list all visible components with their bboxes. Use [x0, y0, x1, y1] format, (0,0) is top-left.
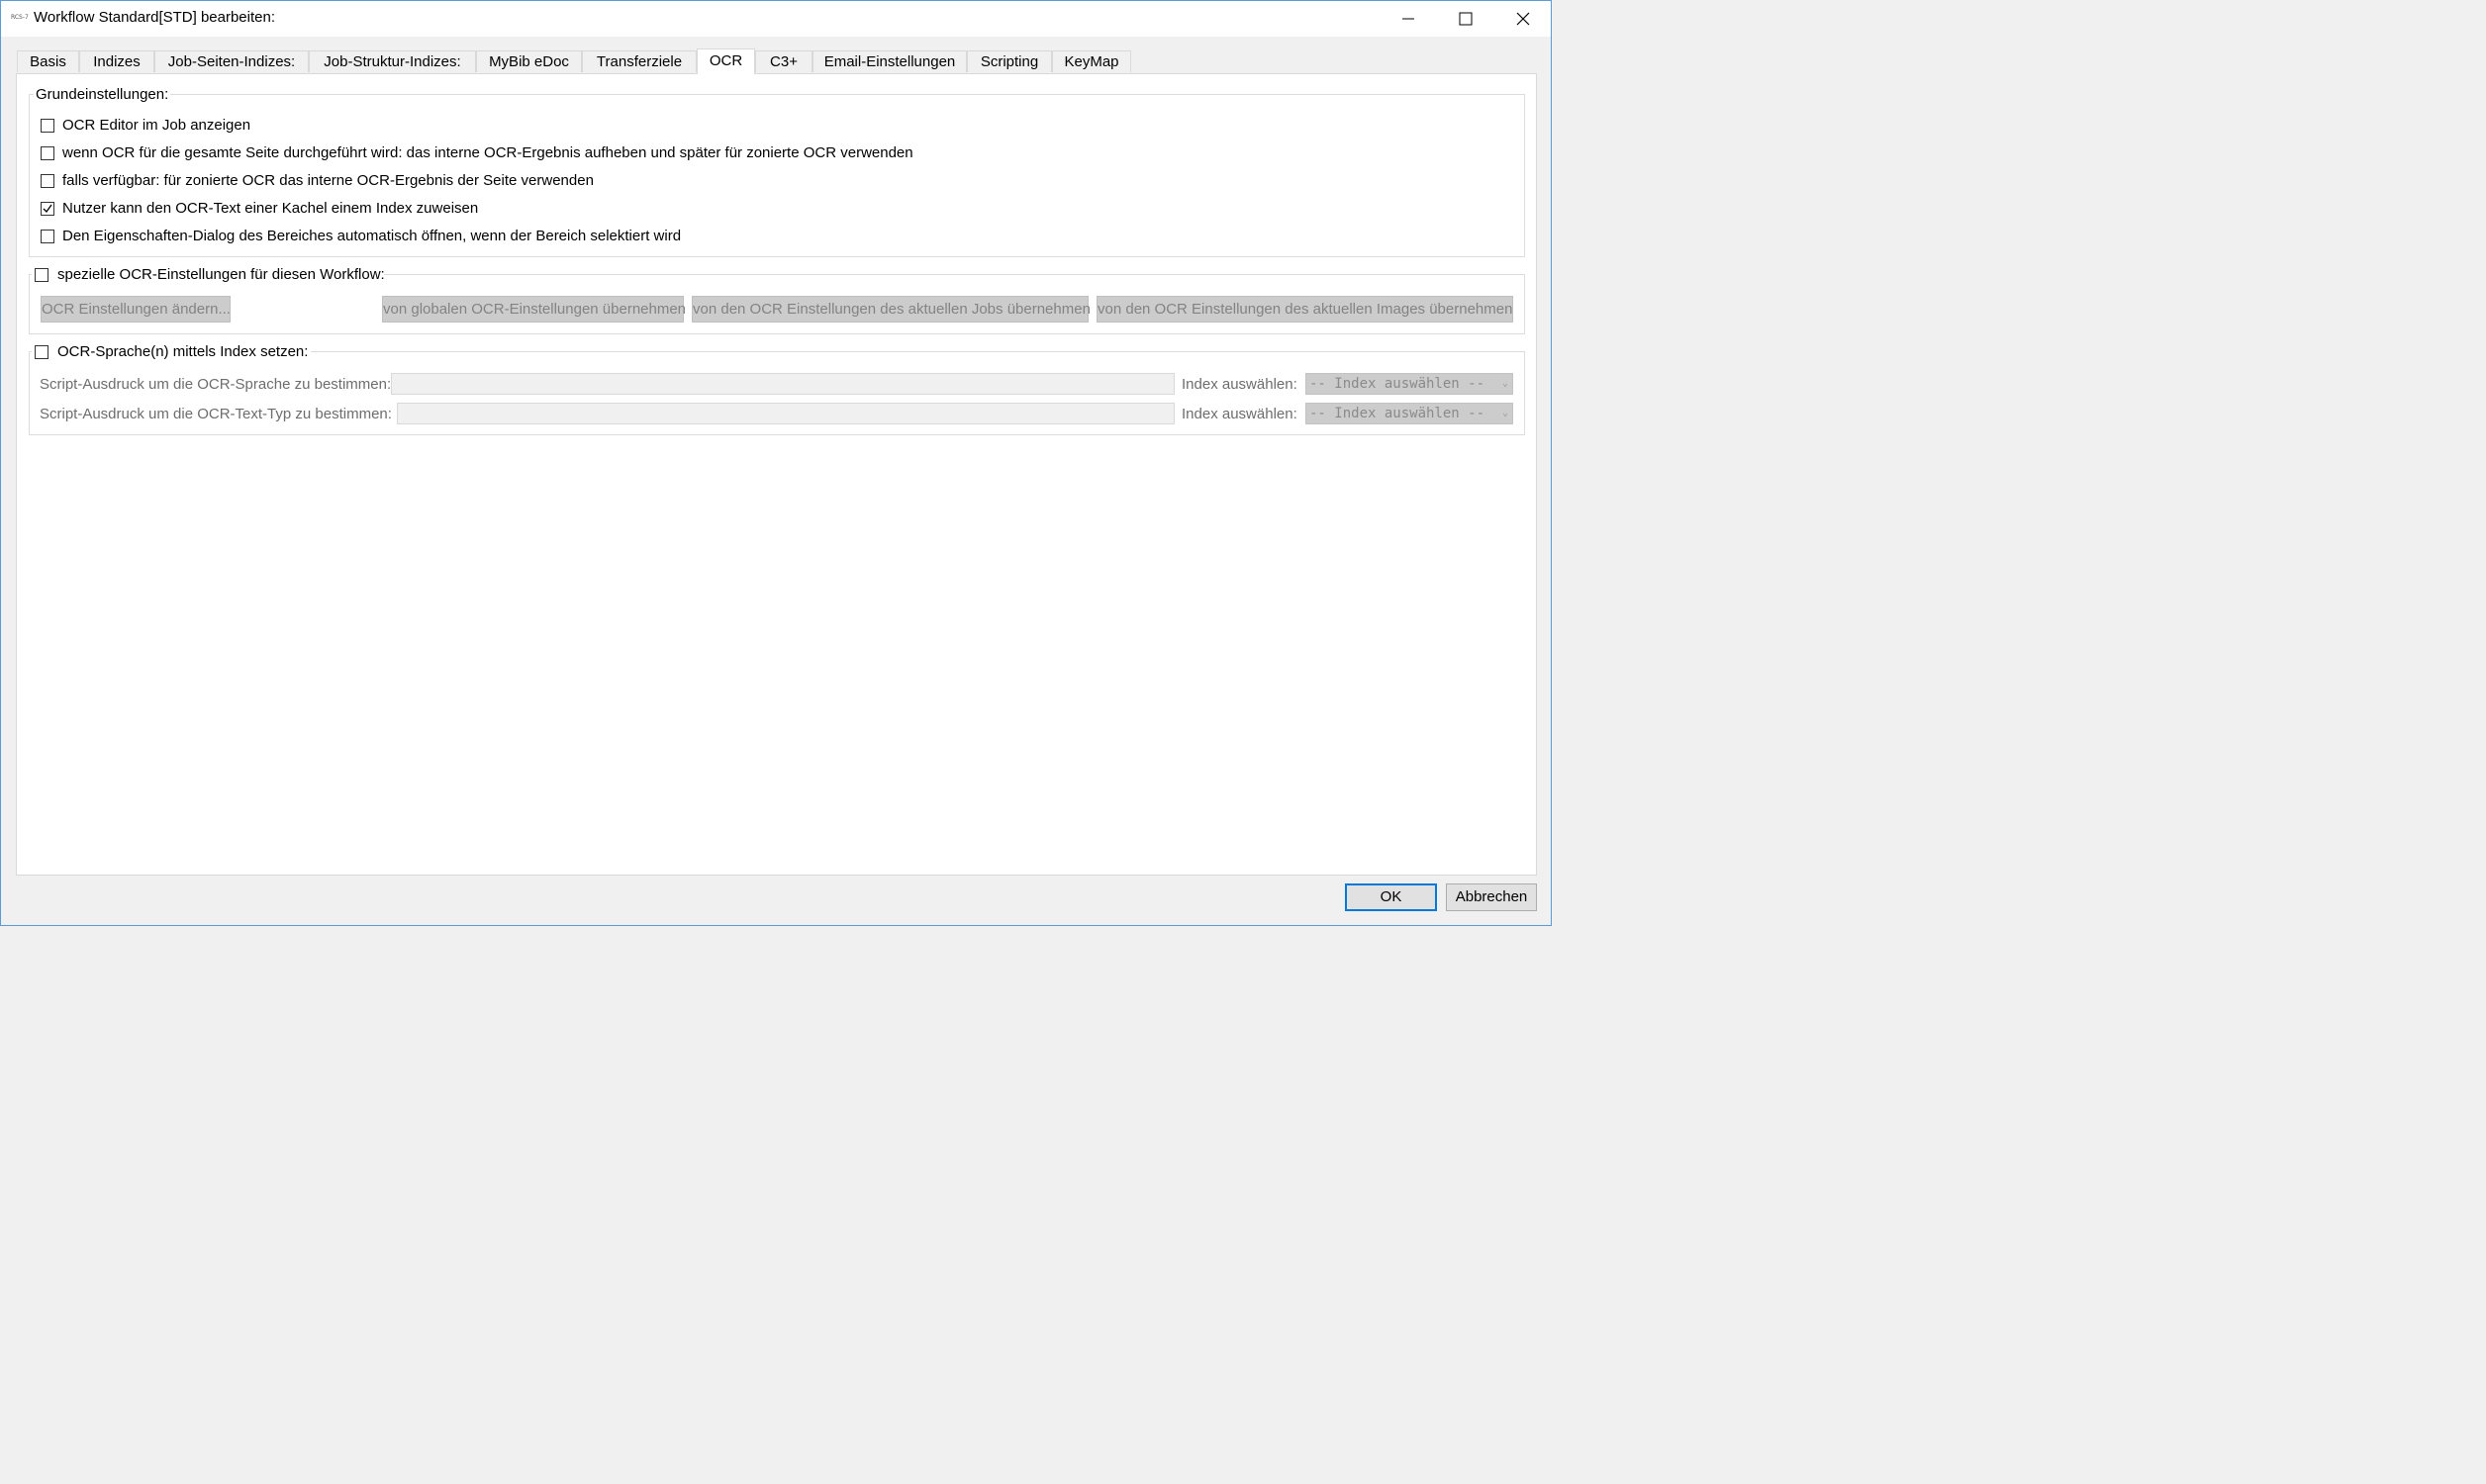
script-ocr-sprache-input[interactable]: [391, 373, 1175, 395]
checkbox-zonierte-ocr-label: falls verfügbar: für zonierte OCR das in…: [62, 172, 594, 189]
tab-basis[interactable]: Basis: [17, 50, 79, 72]
checkbox-eigenschaften-dialog[interactable]: [41, 230, 54, 243]
grundeinstellungen-title: Grundeinstellungen:: [34, 86, 171, 103]
script-ocr-text-typ-label: Script-Ausdruck um die OCR-Text-Typ zu b…: [40, 406, 392, 422]
checkbox-ocr-editor-label: OCR Editor im Job anzeigen: [62, 117, 251, 134]
index-select-text-typ[interactable]: -- Index auswählen -- ⌄: [1305, 403, 1513, 424]
ok-button[interactable]: OK: [1345, 883, 1437, 911]
checkbox-ocr-text-index-label: Nutzer kann den OCR-Text einer Kachel ei…: [62, 200, 479, 217]
chevron-down-icon: ⌄: [1501, 408, 1508, 418]
index-select-sprache[interactable]: -- Index auswählen -- ⌄: [1305, 373, 1513, 395]
maximize-button[interactable]: [1437, 1, 1494, 37]
tab-indizes[interactable]: Indizes: [79, 50, 154, 72]
tab-email-einstellungen[interactable]: Email-Einstellungen: [813, 50, 967, 72]
dialog-window: RCS-7 Workflow Standard[STD] bearbeiten:…: [0, 0, 1552, 926]
checkbox-ocr-editor[interactable]: [41, 119, 54, 133]
index-select-text-typ-value: -- Index auswählen --: [1309, 406, 1485, 421]
checkbox-ocr-sprache-index[interactable]: [35, 345, 48, 359]
tab-keymap[interactable]: KeyMap: [1052, 50, 1131, 72]
checkbox-spezielle-ocr[interactable]: [35, 268, 48, 282]
checkbox-ocr-text-index[interactable]: [41, 202, 54, 216]
checkbox-zonierte-ocr[interactable]: [41, 174, 54, 188]
tab-scripting[interactable]: Scripting: [967, 50, 1052, 72]
maximize-icon: [1459, 12, 1473, 26]
ocr-tab-panel: Grundeinstellungen: OCR Editor im Job an…: [16, 73, 1537, 876]
tab-job-struktur-indizes[interactable]: Job-Struktur-Indizes:: [309, 50, 476, 72]
close-icon: [1516, 12, 1530, 26]
tab-ocr[interactable]: OCR: [697, 48, 755, 74]
index-auswaehlen-label-1: Index auswählen:: [1182, 376, 1297, 393]
von-globalen-uebernehmen-button[interactable]: von globalen OCR-Einstellungen übernehme…: [382, 296, 686, 323]
checkbox-ocr-ergebnis-aufheben[interactable]: [41, 146, 54, 160]
von-job-uebernehmen-button[interactable]: von den OCR Einstellungen des aktuellen …: [692, 296, 1091, 323]
tab-job-seiten-indizes[interactable]: Job-Seiten-Indizes:: [154, 50, 309, 72]
tab-transferziele[interactable]: Transferziele: [582, 50, 697, 72]
window-title: Workflow Standard[STD] bearbeiten:: [34, 9, 276, 26]
checkbox-ocr-sprache-index-label: OCR-Sprache(n) mittels Index setzen:: [57, 343, 309, 360]
checkbox-eigenschaften-dialog-label: Den Eigenschaften-Dialog des Bereiches a…: [62, 228, 682, 244]
script-ocr-text-typ-input[interactable]: [397, 403, 1175, 424]
von-image-uebernehmen-button[interactable]: von den OCR Einstellungen des aktuellen …: [1097, 296, 1513, 323]
tab-c3plus[interactable]: C3+: [755, 50, 813, 72]
minimize-button-area[interactable]: [1380, 1, 1437, 37]
tab-mybib-edoc[interactable]: MyBib eDoc: [476, 50, 582, 72]
abbrechen-button[interactable]: Abbrechen: [1446, 883, 1537, 911]
checkmark-icon: [43, 204, 52, 214]
app-icon: RCS-7: [11, 14, 29, 21]
chevron-down-icon: ⌄: [1501, 378, 1508, 389]
ocr-einstellungen-aendern-button[interactable]: OCR Einstellungen ändern...: [41, 296, 231, 323]
script-ocr-sprache-label: Script-Ausdruck um die OCR-Sprache zu be…: [40, 376, 392, 393]
index-auswaehlen-label-2: Index auswählen:: [1182, 406, 1297, 422]
close-button[interactable]: [1494, 1, 1552, 37]
checkbox-ocr-ergebnis-aufheben-label: wenn OCR für die gesamte Seite durchgefü…: [62, 144, 913, 161]
minimize-icon: [1402, 18, 1414, 20]
title-bar[interactable]: RCS-7 Workflow Standard[STD] bearbeiten:: [1, 1, 1551, 37]
index-select-sprache-value: -- Index auswählen --: [1309, 376, 1485, 392]
checkbox-spezielle-ocr-label: spezielle OCR-Einstellungen für diesen W…: [57, 266, 385, 283]
